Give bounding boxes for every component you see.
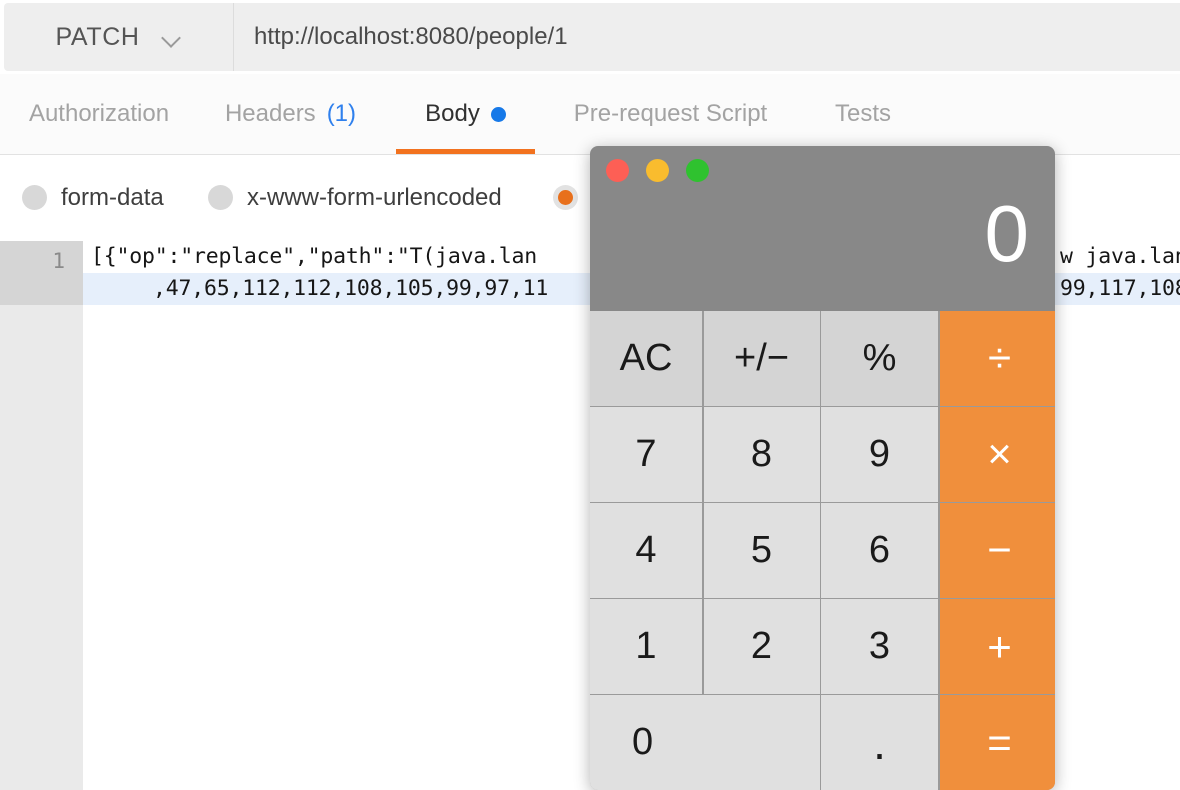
close-icon[interactable] <box>606 159 629 182</box>
tab-headers[interactable]: Headers (1) <box>198 74 383 154</box>
editor-line-number: 1 <box>0 249 65 273</box>
request-bar: PATCH http://localhost:8080/people/1 <box>0 0 1180 74</box>
calc-key-9[interactable]: 9 <box>821 407 938 502</box>
tab-label: Authorization <box>29 100 169 128</box>
code-line-1-tail: w java.lan <box>1060 241 1180 273</box>
calc-key-equals[interactable]: = <box>940 695 1056 790</box>
calculator-display-value: 0 <box>985 194 1030 274</box>
radio-button-icon[interactable] <box>208 185 233 210</box>
tab-tests[interactable]: Tests <box>803 74 923 154</box>
tab-label: Body <box>425 100 480 128</box>
calc-key-decimal[interactable]: . <box>821 695 938 790</box>
radio-button-icon[interactable] <box>553 185 578 210</box>
calc-key-0[interactable]: 0 <box>590 695 820 790</box>
calculator-keypad: AC+/−%÷ 789× 456− 123+0.= <box>590 311 1055 790</box>
editor-gutter: 1 <box>0 241 83 790</box>
calc-key-3[interactable]: 3 <box>821 599 938 694</box>
calc-key-minus[interactable]: − <box>940 503 1056 598</box>
calc-key-8[interactable]: 8 <box>704 407 820 502</box>
maximize-icon[interactable] <box>686 159 709 182</box>
chevron-down-icon <box>162 31 182 43</box>
request-tabs: Authorization Headers (1) Body Pre-request S… <box>0 74 1180 155</box>
url-text: http://localhost:8080/people/1 <box>254 23 568 51</box>
code-line-1-tail-text: w java.lan <box>1060 244 1180 269</box>
calc-key-plus[interactable]: + <box>940 599 1056 694</box>
body-type-label: x-www-form-urlencoded <box>247 184 502 212</box>
calc-key-ac[interactable]: AC <box>590 311 702 406</box>
tab-label: Pre-request Script <box>574 100 767 128</box>
calculator-window[interactable]: 0 AC+/−%÷ 789× 456− 123+0.= <box>590 146 1055 790</box>
calc-key-divide[interactable]: ÷ <box>940 311 1056 406</box>
tab-authorization[interactable]: Authorization <box>0 74 198 154</box>
modified-dot-icon <box>491 107 506 122</box>
url-input[interactable]: http://localhost:8080/people/1 <box>234 3 1180 71</box>
tab-label: Headers <box>225 100 316 128</box>
body-type-raw[interactable] <box>553 155 578 240</box>
body-type-label: form-data <box>61 184 164 212</box>
tab-pre-request-script[interactable]: Pre-request Script <box>545 74 796 154</box>
body-type-x-www-form-urlencoded[interactable]: x-www-form-urlencoded <box>208 155 502 240</box>
tab-body[interactable]: Body <box>396 74 535 154</box>
http-method-dropdown[interactable]: PATCH <box>4 3 234 71</box>
calc-key-5[interactable]: 5 <box>704 503 820 598</box>
radio-button-icon[interactable] <box>22 185 47 210</box>
calc-key-1[interactable]: 1 <box>590 599 702 694</box>
calc-key-4[interactable]: 4 <box>590 503 702 598</box>
calc-key-7[interactable]: 7 <box>590 407 702 502</box>
minimize-icon[interactable] <box>646 159 669 182</box>
body-type-form-data[interactable]: form-data <box>22 155 164 240</box>
calc-key-plusminusminus[interactable]: +/− <box>704 311 820 406</box>
calc-key-multiply[interactable]: × <box>940 407 1056 502</box>
code-line-2-tail: 99,117,108 <box>1060 273 1180 305</box>
calc-key-2[interactable]: 2 <box>704 599 820 694</box>
calc-key-6[interactable]: 6 <box>821 503 938 598</box>
http-method-label: PATCH <box>55 23 139 52</box>
tab-label: Tests <box>835 100 891 128</box>
calc-key-percent[interactable]: % <box>821 311 938 406</box>
code-line-2-tail-text: 99,117,108 <box>1060 276 1180 301</box>
calculator-display: 0 <box>590 146 1055 311</box>
code-line-1-text: [{"op":"replace","path":"T(java.lan <box>91 244 537 269</box>
tab-badge-count: (1) <box>327 100 356 128</box>
code-line-1-wrapped-text: ,47,65,112,112,108,105,99,97,11 <box>153 276 548 301</box>
